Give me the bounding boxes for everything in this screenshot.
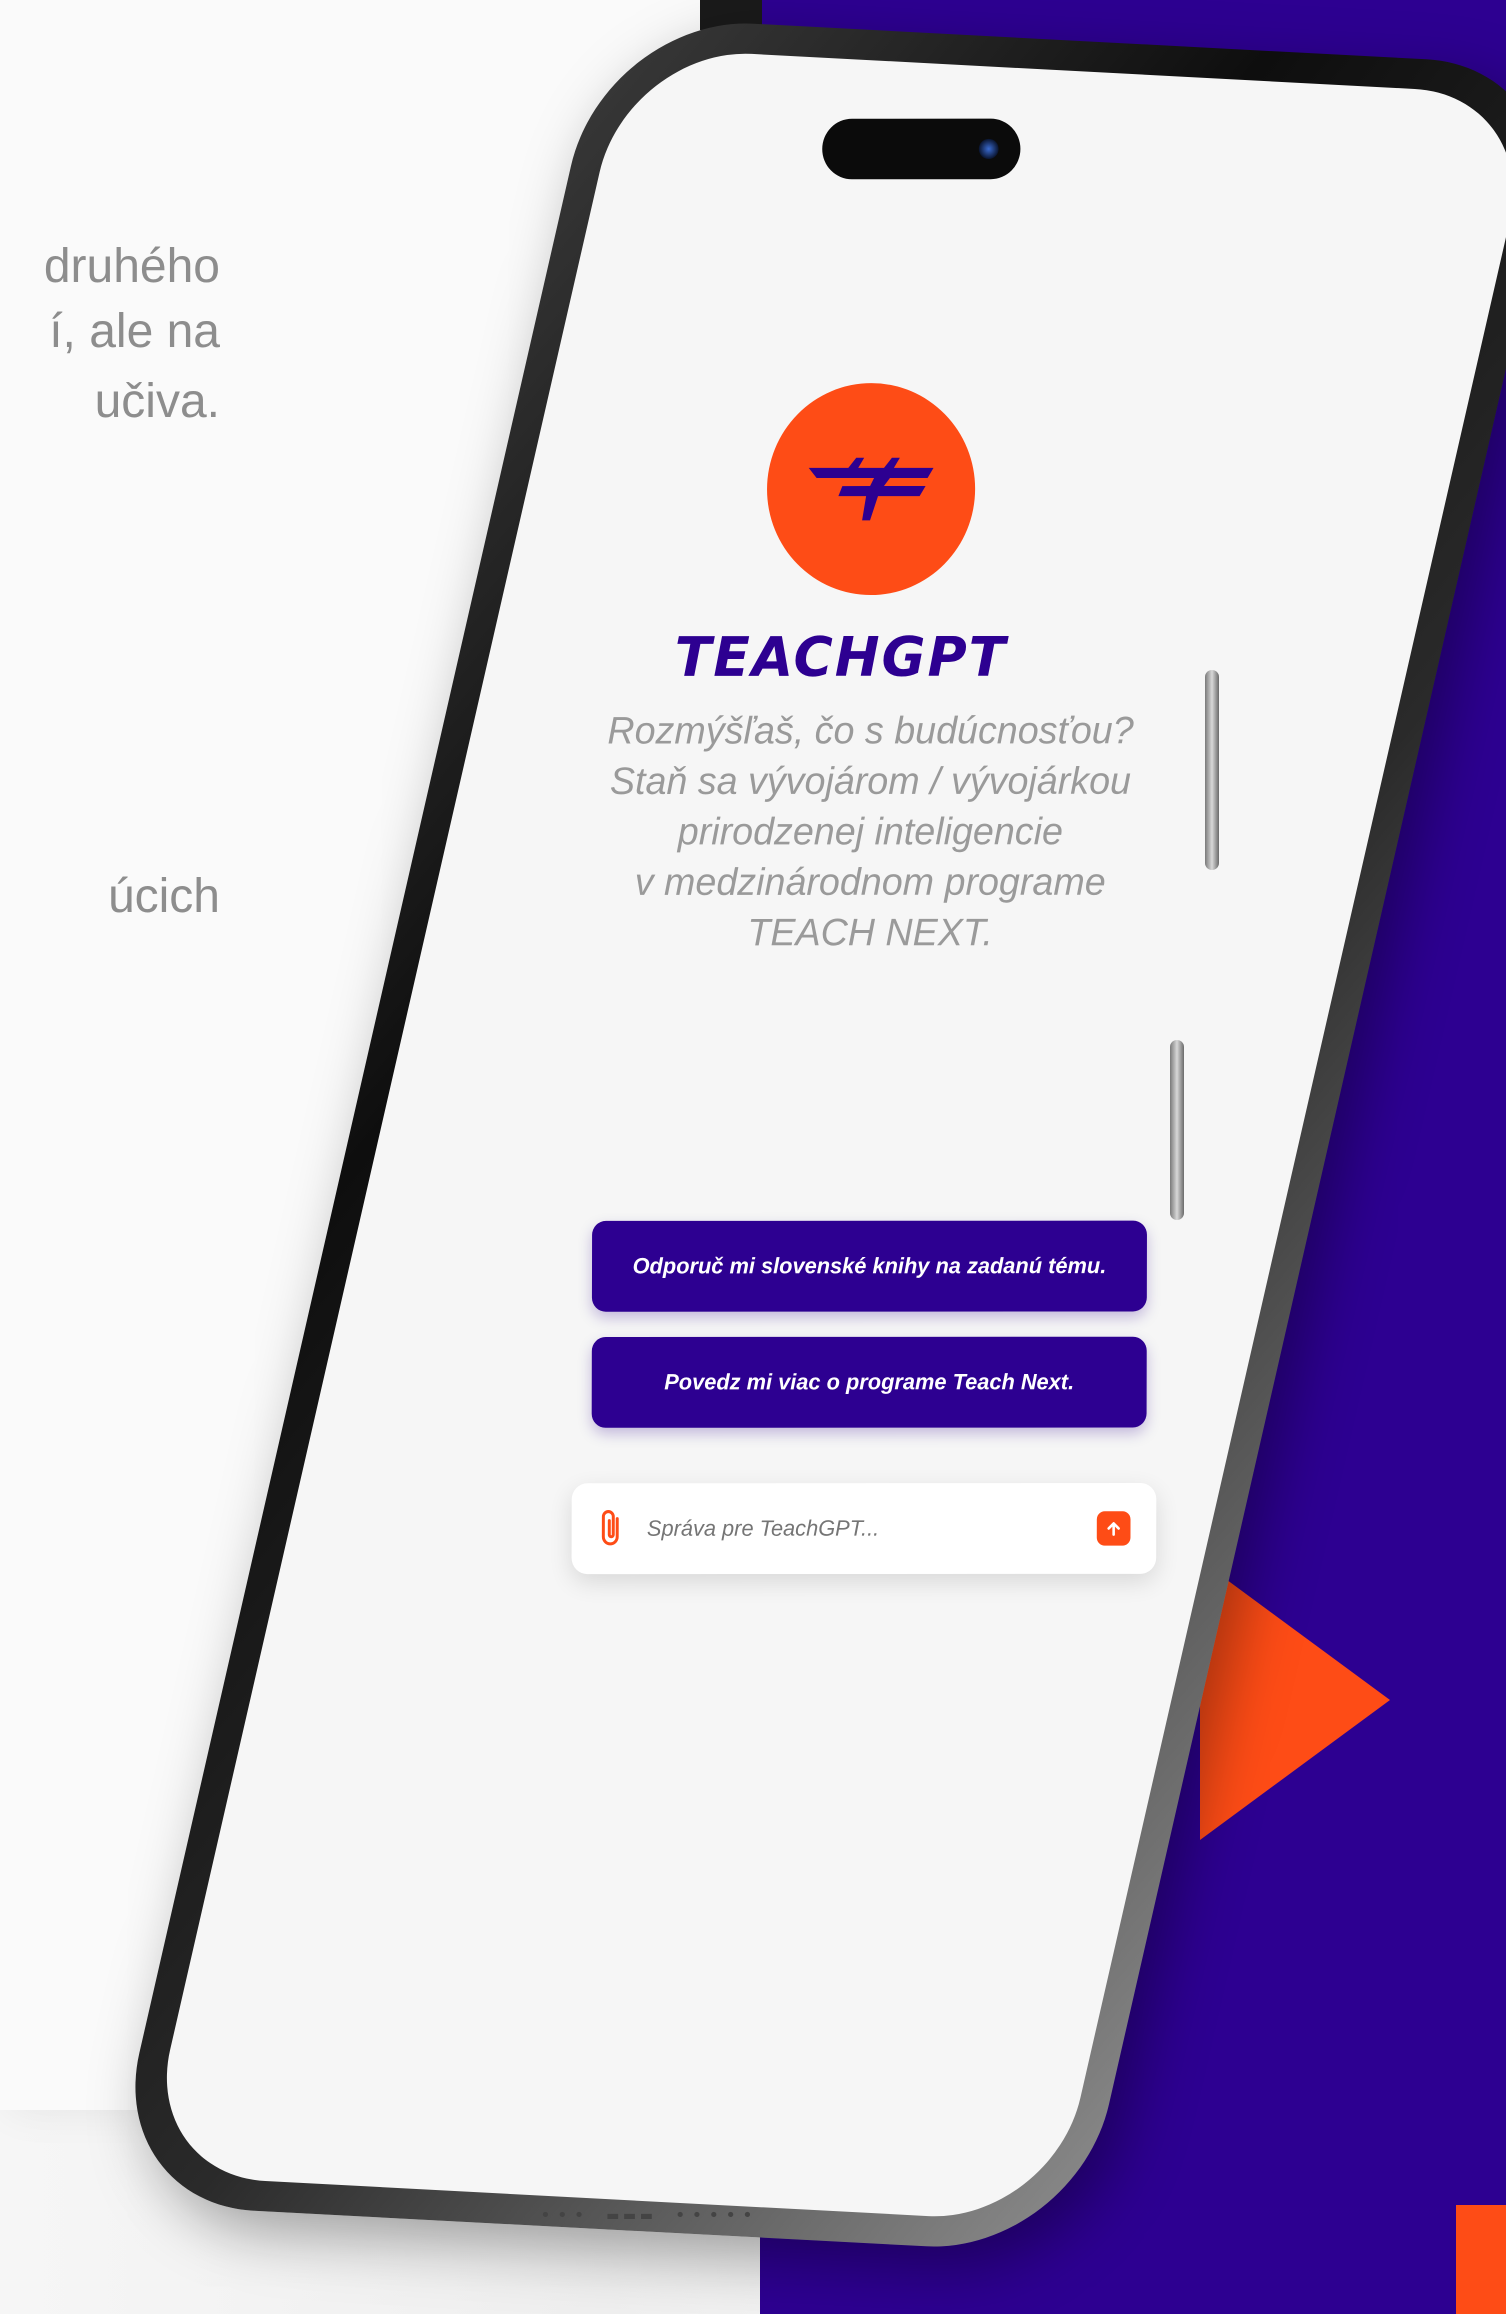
teachgpt-app: TEACHGPT Rozmýšľaš, čo s budúcnosťou? St…	[382, 60, 1298, 2210]
dynamic-island	[822, 118, 1021, 180]
marketing-mockup: druhého í, ale na učiva. úcich TEACHGPT …	[0, 0, 1506, 2314]
arrow-up-icon	[1107, 1522, 1120, 1536]
tagline-line: Rozmýšľaš, čo s budúcnosťou?	[607, 709, 1134, 753]
logo-mark-icon	[808, 457, 934, 521]
tagline-line: v medzinárodnom programe	[634, 861, 1106, 904]
decorative-corner-block	[1456, 2205, 1506, 2314]
app-logo-title: TEACHGPT	[674, 625, 1008, 690]
suggestion-button-books[interactable]: Odporuč mi slovenské knihy na zadanú tém…	[591, 1220, 1147, 1312]
send-button[interactable]	[1096, 1511, 1131, 1546]
suggestion-button-program[interactable]: Povedz mi viac o programe Teach Next.	[591, 1336, 1147, 1428]
speaker-grill: ••• ▬▬▬ •••••	[540, 2205, 759, 2226]
tagline-line: Staň sa vývojárom / vývojárkou	[609, 760, 1132, 804]
power-button	[1170, 1040, 1184, 1220]
teachgpt-logo-icon	[766, 383, 976, 596]
tagline-line: TEACH NEXT.	[747, 911, 993, 955]
message-input[interactable]	[644, 1514, 1097, 1543]
message-composer	[571, 1483, 1157, 1575]
phone-frame: TEACHGPT Rozmýšľaš, čo s budúcnosťou? St…	[105, 15, 1506, 2255]
tagline-line: prirodzenej inteligencie	[677, 810, 1063, 854]
camera-lens-icon	[978, 138, 999, 160]
welcome-tagline: Rozmýšľaš, čo s budúcnosťou? Staň sa výv…	[503, 706, 1237, 959]
paperclip-icon[interactable]	[597, 1509, 625, 1549]
phone-screen: TEACHGPT Rozmýšľaš, čo s budúcnosťou? St…	[141, 47, 1506, 2223]
phone-mockup: TEACHGPT Rozmýšľaš, čo s budúcnosťou? St…	[105, 15, 1506, 2260]
volume-button	[1205, 670, 1219, 870]
